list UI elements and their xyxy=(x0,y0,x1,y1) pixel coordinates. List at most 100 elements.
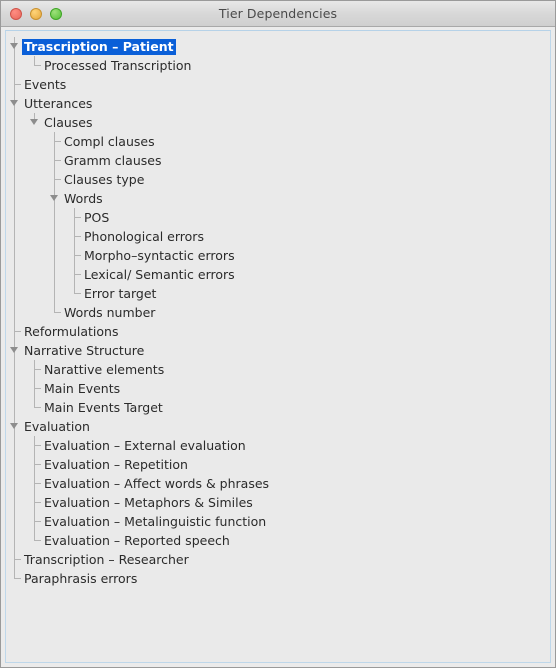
tree-connector-stub xyxy=(54,160,61,161)
minimize-button[interactable] xyxy=(30,7,42,20)
tree-row[interactable]: Compl clauses xyxy=(6,132,550,151)
tree-item-label: Evaluation – External evaluation xyxy=(44,437,246,453)
tree-connector-stub xyxy=(34,388,41,389)
tree-row[interactable]: Evaluation – Metalinguistic function xyxy=(6,512,550,531)
close-button[interactable] xyxy=(10,7,22,20)
tree-connector-stub xyxy=(74,293,81,294)
tree-connector-stub xyxy=(14,84,21,85)
tree-connector-stub xyxy=(34,502,41,503)
tree-row[interactable]: Evaluation – Reported speech xyxy=(6,531,550,550)
tree-row[interactable]: POS xyxy=(6,208,550,227)
tree-item-label: Events xyxy=(24,76,67,92)
tree-connector-stub xyxy=(34,407,41,408)
tree-row[interactable]: Evaluation – Repetition xyxy=(6,455,550,474)
tree-row[interactable]: Words xyxy=(6,189,550,208)
tree-row[interactable]: Reformulations xyxy=(6,322,550,341)
tree-item-label: Evaluation – Reported speech xyxy=(44,532,230,548)
chevron-down-icon[interactable] xyxy=(9,43,18,49)
tree-connector-line xyxy=(14,398,15,417)
tree-connector-line xyxy=(14,265,15,284)
tree-item-label: Main Events Target xyxy=(44,399,163,415)
tree-item-label: Clauses type xyxy=(64,171,145,187)
tree-row[interactable]: Events xyxy=(6,75,550,94)
tree-item-label: Utterances xyxy=(24,95,93,111)
tree-connector-stub xyxy=(54,141,61,142)
tree-item-label: POS xyxy=(84,209,110,225)
tree-row[interactable]: Trascription – Patient xyxy=(6,37,550,56)
tree-row[interactable]: Utterances xyxy=(6,94,550,113)
tree-connector-stub xyxy=(34,464,41,465)
tree-row[interactable]: Main Events Target xyxy=(6,398,550,417)
tree-row[interactable]: Evaluation – Affect words & phrases xyxy=(6,474,550,493)
zoom-button[interactable] xyxy=(50,7,62,20)
tree-row[interactable]: Words number xyxy=(6,303,550,322)
tree-connector-stub xyxy=(74,274,81,275)
tree-connector-stub xyxy=(14,331,21,332)
tree-connector-stub xyxy=(74,217,81,218)
tree-connector-line xyxy=(14,284,15,303)
tree-connector-line xyxy=(14,360,15,379)
tier-dependency-tree: Trascription – Patient Processed Transcri… xyxy=(6,31,550,588)
tree-item-label: Clauses xyxy=(44,114,93,130)
chevron-down-icon[interactable] xyxy=(9,423,18,429)
tree-row[interactable]: Evaluation – Metaphors & Similes xyxy=(6,493,550,512)
tree-row[interactable]: Lexical/ Semantic errors xyxy=(6,265,550,284)
tree-connector-stub xyxy=(74,236,81,237)
tree-item-label: Phonological errors xyxy=(84,228,204,244)
tree-connector-line xyxy=(14,208,15,227)
window-controls xyxy=(10,1,62,26)
tree-connector-stub xyxy=(34,445,41,446)
tree-connector-line xyxy=(54,246,55,265)
tree-connector-line xyxy=(54,265,55,284)
tree-row[interactable]: Phonological errors xyxy=(6,227,550,246)
chevron-down-icon[interactable] xyxy=(9,347,18,353)
tree-row[interactable]: Paraphrasis errors xyxy=(6,569,550,588)
tree-item-label: Compl clauses xyxy=(64,133,155,149)
chevron-down-icon[interactable] xyxy=(29,119,38,125)
chevron-down-icon[interactable] xyxy=(9,100,18,106)
tree-row[interactable]: Error target xyxy=(6,284,550,303)
tree-connector-line xyxy=(14,132,15,151)
tree-connector-stub xyxy=(14,578,21,579)
tree-connector-line xyxy=(14,474,15,493)
window-titlebar[interactable]: Tier Dependencies xyxy=(1,1,555,27)
tree-row[interactable]: Morpho–syntactic errors xyxy=(6,246,550,265)
tree-connector-line xyxy=(54,227,55,246)
tree-item-label: Evaluation – Metaphors & Similes xyxy=(44,494,253,510)
tree-connector-line xyxy=(14,227,15,246)
tree-row[interactable]: Main Events xyxy=(6,379,550,398)
tree-connector-line xyxy=(14,113,15,132)
tree-item-label: Gramm clauses xyxy=(64,152,162,168)
tree-connector-stub xyxy=(14,559,21,560)
tree-row[interactable]: Evaluation – External evaluation xyxy=(6,436,550,455)
chevron-down-icon[interactable] xyxy=(49,195,58,201)
tree-connector-stub xyxy=(74,255,81,256)
tree-connector-line xyxy=(14,531,15,550)
tree-connector-line xyxy=(14,493,15,512)
tree-connector-line xyxy=(14,379,15,398)
tree-item-label: Words number xyxy=(64,304,156,320)
tree-row[interactable]: Narrative Structure xyxy=(6,341,550,360)
tree-connector-line xyxy=(54,284,55,303)
tree-connector-stub xyxy=(34,369,41,370)
tree-row[interactable]: Gramm clauses xyxy=(6,151,550,170)
tree-item-label: Evaluation xyxy=(24,418,90,434)
tree-row[interactable]: Narattive elements xyxy=(6,360,550,379)
tree-item-label: Evaluation – Repetition xyxy=(44,456,188,472)
tree-connector-line xyxy=(14,56,15,75)
tree-item-label: Lexical/ Semantic errors xyxy=(84,266,235,282)
tree-item-label: Morpho–syntactic errors xyxy=(84,247,235,263)
tree-scroll-area[interactable]: Trascription – Patient Processed Transcri… xyxy=(5,30,551,663)
tree-connector-line xyxy=(14,246,15,265)
tree-item-label: Narrative Structure xyxy=(24,342,145,358)
tree-row[interactable]: Processed Transcription xyxy=(6,56,550,75)
tree-row[interactable]: Transcription – Researcher xyxy=(6,550,550,569)
tree-row[interactable]: Evaluation xyxy=(6,417,550,436)
tree-row[interactable]: Clauses type xyxy=(6,170,550,189)
tree-connector-line xyxy=(14,512,15,531)
tree-item-label: Trascription – Patient xyxy=(22,38,176,55)
tree-connector-stub xyxy=(54,179,61,180)
tree-item-label: Processed Transcription xyxy=(44,57,192,73)
tree-row[interactable]: Clauses xyxy=(6,113,550,132)
tree-item-label: Evaluation – Metalinguistic function xyxy=(44,513,267,529)
